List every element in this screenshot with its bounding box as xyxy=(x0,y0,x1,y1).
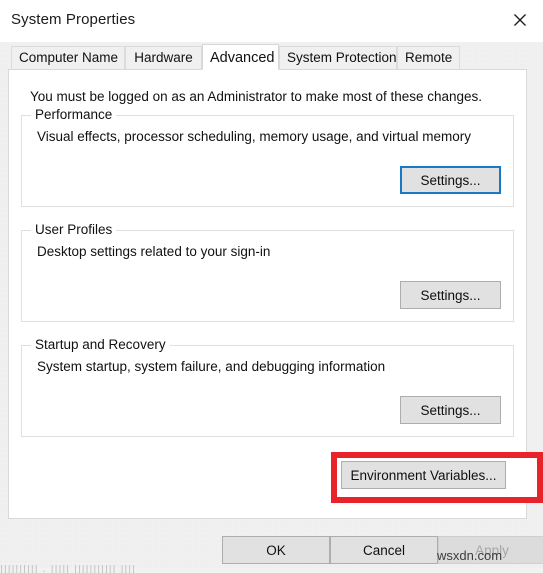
close-icon xyxy=(497,11,543,29)
ok-button[interactable]: OK xyxy=(222,536,330,564)
screenshot-root: System Properties Computer Name Hardware… xyxy=(0,0,543,573)
bottom-edge-artifact: |||||||||| . ||||| ||||||||||| |||| xyxy=(0,565,137,573)
user-profiles-settings-button[interactable]: Settings... xyxy=(400,281,501,309)
tab-label: Computer Name xyxy=(19,50,119,65)
close-button[interactable] xyxy=(497,0,543,40)
performance-description: Visual effects, processor scheduling, me… xyxy=(37,129,471,144)
tab-computer-name[interactable]: Computer Name xyxy=(11,46,125,70)
cancel-button[interactable]: Cancel xyxy=(330,536,438,564)
user-profiles-description: Desktop settings related to your sign-in xyxy=(37,244,271,259)
user-profiles-group: User Profiles Desktop settings related t… xyxy=(21,222,514,322)
startup-recovery-settings-button[interactable]: Settings... xyxy=(400,396,501,424)
tab-label: System Protection xyxy=(287,50,397,65)
tab-label: Remote xyxy=(405,50,453,65)
performance-group-legend: Performance xyxy=(31,107,117,122)
startup-recovery-group: Startup and Recovery System startup, sys… xyxy=(21,337,514,437)
admin-notice-text: You must be logged on as an Administrato… xyxy=(30,89,483,104)
environment-variables-button[interactable]: Environment Variables... xyxy=(341,461,506,489)
startup-recovery-group-legend: Startup and Recovery xyxy=(31,337,170,352)
user-profiles-group-legend: User Profiles xyxy=(31,222,117,237)
performance-group: Performance Visual effects, processor sc… xyxy=(21,107,514,207)
tab-advanced[interactable]: Advanced xyxy=(202,44,279,70)
tab-strip: Computer Name Hardware Advanced System P… xyxy=(8,44,527,70)
tab-label: Hardware xyxy=(134,50,193,65)
window-title: System Properties xyxy=(11,11,136,28)
tab-system-protection[interactable]: System Protection xyxy=(279,46,397,70)
system-properties-dialog: System Properties Computer Name Hardware… xyxy=(0,0,543,568)
tab-remote[interactable]: Remote xyxy=(397,46,460,70)
tab-hardware[interactable]: Hardware xyxy=(125,46,202,70)
title-bar: System Properties xyxy=(0,0,543,42)
startup-recovery-description: System startup, system failure, and debu… xyxy=(37,359,386,374)
site-watermark: wsxdn.com xyxy=(437,548,503,563)
performance-settings-button[interactable]: Settings... xyxy=(400,166,501,194)
tab-label: Advanced xyxy=(210,50,275,66)
